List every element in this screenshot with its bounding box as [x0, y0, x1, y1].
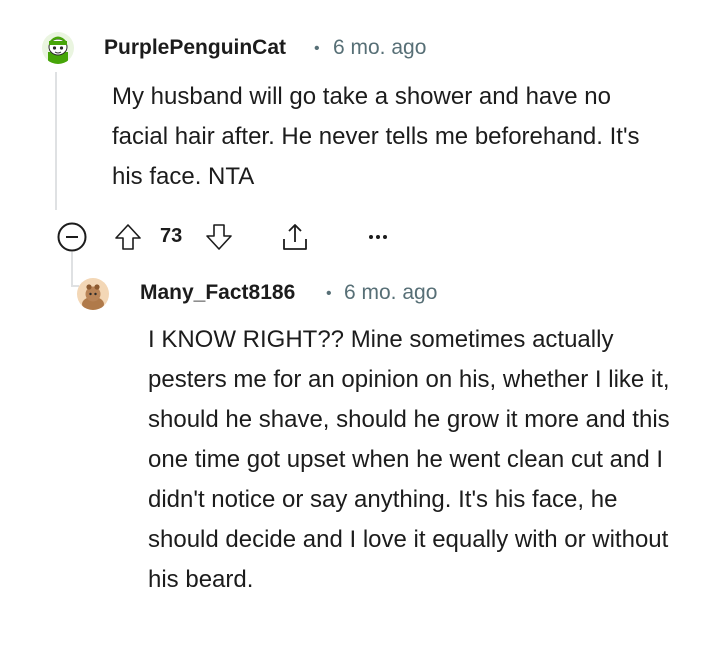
comment-body-text: My husband will go take a shower and hav…: [112, 83, 640, 190]
avatar[interactable]: [42, 32, 74, 64]
comment-body: My husband will go take a shower and hav…: [112, 77, 672, 197]
avatar[interactable]: [77, 278, 109, 310]
collapse-button[interactable]: [56, 221, 88, 253]
share-button[interactable]: [277, 220, 313, 254]
more-options-button[interactable]: [364, 225, 392, 249]
snoo-avatar-icon: [82, 284, 104, 310]
snoo-avatar-icon: [48, 36, 68, 64]
more-options-icon: [369, 235, 387, 239]
comment-body: I KNOW RIGHT?? Mine sometimes actually p…: [148, 320, 688, 600]
meta-separator: •: [326, 285, 332, 302]
downvote-button[interactable]: [202, 221, 236, 253]
comment-timestamp[interactable]: 6 mo. ago: [344, 281, 437, 305]
comment-username[interactable]: Many_Fact8186: [140, 281, 295, 305]
vote-count: 73: [160, 225, 183, 247]
reply-thread-line: [71, 252, 73, 286]
upvote-button[interactable]: [111, 221, 145, 253]
downvote-arrow-icon: [206, 224, 232, 250]
upvote-arrow-icon: [115, 224, 141, 250]
meta-separator: •: [314, 40, 320, 57]
thread-line: [55, 72, 57, 210]
comment-body-text: I KNOW RIGHT?? Mine sometimes actually p…: [148, 326, 670, 593]
comment-username[interactable]: PurplePenguinCat: [104, 36, 286, 60]
share-icon: [283, 224, 307, 250]
comment-timestamp[interactable]: 6 mo. ago: [333, 36, 426, 60]
minus-circle-icon: [57, 222, 87, 252]
